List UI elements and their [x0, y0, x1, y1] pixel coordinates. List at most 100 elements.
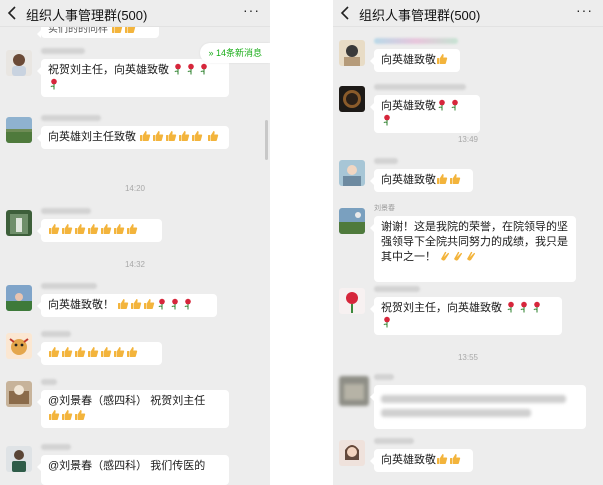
thumbs-up-icon [449, 453, 461, 465]
avatar[interactable] [6, 210, 32, 236]
message-bubble[interactable]: 向英雄致敬 [370, 169, 473, 192]
timestamp: 13:55 [457, 353, 479, 362]
blurred-text [381, 409, 531, 417]
avatar[interactable] [339, 208, 365, 234]
thumbs-up-icon [139, 130, 151, 142]
rose-icon [518, 301, 530, 313]
thumbs-up-icon [117, 298, 129, 310]
message-bubble[interactable]: 向英雄刘主任致敬 [37, 126, 229, 149]
thumbs-up-icon [48, 409, 60, 421]
thumbs-up-icon [87, 346, 99, 358]
thumbs-up-icon [74, 346, 86, 358]
thumbs-up-icon [48, 223, 60, 235]
clap-icon [452, 250, 464, 262]
message-bubble[interactable] [370, 385, 586, 429]
avatar[interactable] [6, 117, 32, 143]
thumbs-up-icon [100, 223, 112, 235]
message-bubble[interactable] [37, 219, 162, 242]
avatar[interactable] [6, 333, 32, 359]
chat-header: 组织人事管理群(500) ··· [0, 0, 270, 27]
scrollbar[interactable] [265, 120, 268, 160]
new-messages-badge[interactable]: » 14条新消息 [200, 43, 270, 63]
timestamp: 13:49 [457, 135, 479, 144]
timestamp: 14:20 [124, 184, 146, 193]
avatar[interactable] [6, 381, 32, 407]
sender-name [41, 444, 71, 450]
sender-name [41, 283, 97, 289]
rose-icon [172, 63, 184, 75]
thumbs-up-icon [100, 346, 112, 358]
clap-icon [439, 250, 451, 262]
message-bubble[interactable]: 谢谢！这是我院的荣誉，在院领导的坚强领导下全院共同努力的成绩，我只是其中之一！ [370, 216, 576, 282]
avatar[interactable] [339, 376, 369, 406]
thumbs-up-icon [436, 53, 448, 65]
timestamp: 14:32 [124, 260, 146, 269]
thumbs-up-icon [143, 298, 155, 310]
sender-name [41, 379, 57, 385]
message-bubble[interactable] [37, 342, 162, 365]
chat-title: 组织人事管理群(500) [26, 8, 148, 23]
avatar[interactable] [339, 160, 365, 186]
thumbs-up-icon [74, 409, 86, 421]
rose-icon [156, 298, 168, 310]
sender-name: 刘景春 [374, 205, 395, 212]
avatar[interactable] [339, 40, 365, 66]
more-icon[interactable]: ··· [576, 2, 593, 18]
avatar[interactable] [339, 440, 365, 466]
thumbs-up-icon [61, 346, 73, 358]
sender-name [41, 208, 91, 214]
thumbs-up-icon [436, 173, 448, 185]
sender-name [374, 438, 414, 444]
thumbs-up-icon [130, 298, 142, 310]
rose-icon [182, 298, 194, 310]
message-text: 向英雄致敬！ [48, 299, 114, 311]
message-bubble[interactable]: 祝贺刘主任，向英雄致敬 [37, 59, 229, 97]
message-bubble[interactable]: 向英雄致敬！ [37, 294, 217, 317]
rose-icon [505, 301, 517, 313]
sender-name [374, 374, 394, 380]
sender-name [374, 286, 420, 292]
sender-name [374, 158, 398, 164]
message-bubble[interactable]: 向英雄致敬 [370, 49, 460, 72]
thumbs-up-icon [207, 130, 219, 142]
clap-icon [465, 250, 477, 262]
avatar[interactable] [6, 285, 32, 311]
message-bubble[interactable]: 向英雄致敬 [370, 449, 473, 472]
message-text: 祝贺刘主任，向英雄致敬 [48, 64, 169, 76]
message-bubble[interactable]: 祝贺刘主任，向英雄致敬 [370, 297, 562, 335]
more-icon[interactable]: ··· [243, 2, 260, 18]
rose-icon [169, 298, 181, 310]
back-chevron-icon[interactable] [6, 4, 20, 22]
thumbs-up-icon [126, 346, 138, 358]
message-bubble[interactable]: @刘景春（感四科） 祝贺刘主任 [37, 390, 229, 428]
message-text: 向英雄致敬 [381, 100, 436, 112]
sender-name [41, 115, 101, 121]
avatar[interactable] [6, 50, 32, 76]
message-bubble[interactable]: @刘景春（感四科） 我们传医的 [37, 455, 229, 485]
chat-panel-right: 组织人事管理群(500) ··· 向英雄致敬 向英雄致敬 13:49 向英雄致敬 [333, 0, 603, 485]
thumbs-up-icon [126, 223, 138, 235]
rose-icon [198, 63, 210, 75]
thumbs-up-icon [61, 409, 73, 421]
message-text: 向英雄致敬 [381, 454, 436, 466]
thumbs-up-icon [113, 346, 125, 358]
blurred-text [381, 395, 566, 403]
avatar[interactable] [339, 288, 365, 314]
chat-panel-left: 组织人事管理群(500) ··· 实们的的同样 » 14条新消息 祝贺刘主任，向… [0, 0, 270, 485]
avatar[interactable] [339, 86, 365, 112]
avatar[interactable] [6, 446, 32, 472]
rose-icon [48, 78, 60, 90]
back-chevron-icon[interactable] [339, 4, 353, 22]
message-bubble[interactable]: 向英雄致敬 [370, 95, 480, 133]
message-text: @刘景春（感四科） 我们传医的 [48, 460, 206, 472]
thumbs-up-icon [48, 346, 60, 358]
new-messages-label: 14条新消息 [215, 48, 262, 58]
thumbs-up-icon [87, 223, 99, 235]
message-text: @刘景春（感四科） 祝贺刘主任 [48, 395, 206, 407]
thumbs-up-icon [191, 130, 203, 142]
thumbs-up-icon [178, 130, 190, 142]
thumbs-up-icon [449, 173, 461, 185]
rose-icon [531, 301, 543, 313]
chat-title: 组织人事管理群(500) [359, 8, 481, 23]
sender-name [374, 84, 466, 90]
